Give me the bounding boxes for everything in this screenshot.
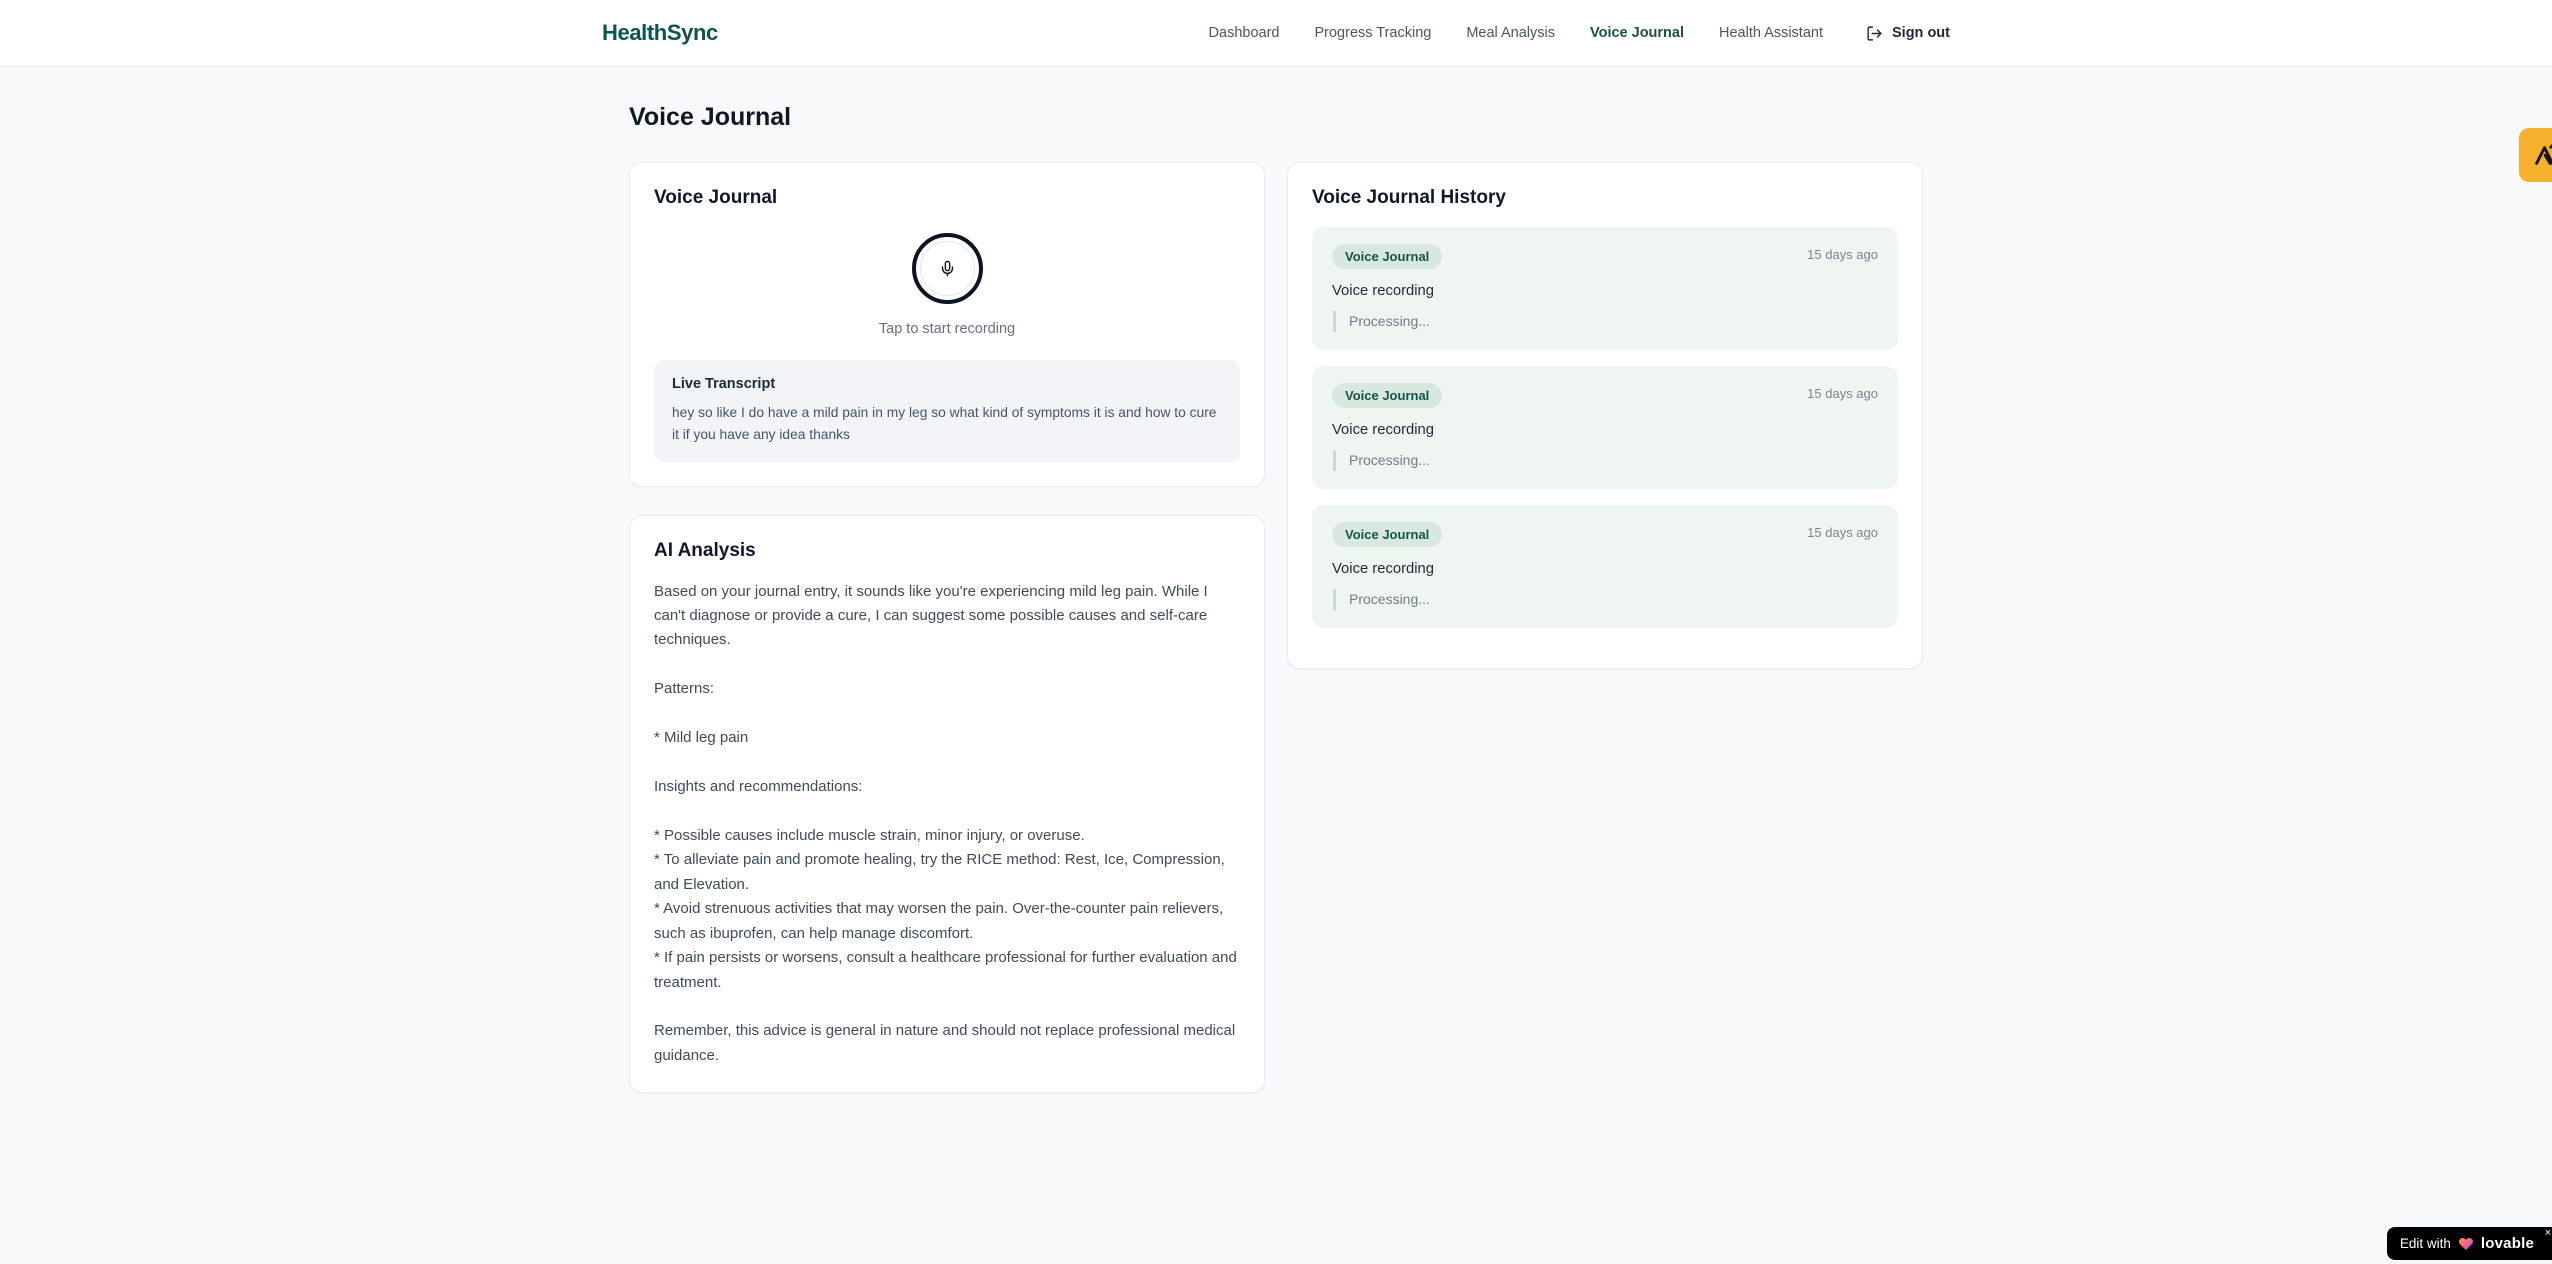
ai-analysis-body: Based on your journal entry, it sounds l…: [654, 582, 1237, 1064]
entry-header: Voice Journal 15 days ago: [1332, 383, 1878, 408]
main-content: Voice Journal Voice Journal Tap to start…: [629, 67, 1923, 1094]
ai-analysis-title: AI Analysis: [654, 539, 756, 561]
nav-item-health-assistant[interactable]: Health Assistant: [1719, 25, 1823, 41]
nav-item-progress-tracking[interactable]: Progress Tracking: [1314, 25, 1431, 41]
entry-timestamp: 15 days ago: [1807, 386, 1878, 401]
edit-with-lovable-badge[interactable]: Edit with lovable ×: [2386, 1227, 2552, 1260]
entry-title: Voice recording: [1332, 561, 1434, 577]
record-button[interactable]: [911, 233, 983, 304]
mic-area: Tap to start recording: [654, 227, 1240, 337]
record-button-inner-ring: [919, 241, 975, 296]
left-column: Voice Journal Tap to start recording Liv…: [629, 162, 1265, 1094]
history-entry[interactable]: Voice Journal 15 days ago Voice recordin…: [1312, 227, 1898, 350]
microphone-icon: [939, 260, 956, 277]
right-column: Voice Journal History Voice Journal 15 d…: [1287, 162, 1923, 669]
content-grid: Voice Journal Tap to start recording Liv…: [629, 162, 1923, 1094]
live-transcript-title: Live Transcript: [672, 376, 776, 392]
entry-timestamp: 15 days ago: [1807, 247, 1878, 262]
entry-processing-status: Processing...: [1333, 589, 1878, 610]
recorder-card-title: Voice Journal: [654, 187, 778, 208]
entry-header: Voice Journal 15 days ago: [1332, 522, 1878, 547]
app-logo[interactable]: HealthSync: [602, 20, 718, 46]
sign-out-button[interactable]: Sign out: [1866, 25, 1950, 42]
history-entry[interactable]: Voice Journal 15 days ago Voice recordin…: [1312, 366, 1898, 489]
heart-icon: [2458, 1236, 2474, 1252]
top-navbar: HealthSync Dashboard Progress Tracking M…: [0, 0, 2552, 67]
log-out-icon: [1866, 25, 1883, 42]
live-transcript-box: Live Transcript hey so like I do have a …: [654, 360, 1240, 462]
page-title: Voice Journal: [629, 103, 792, 131]
nav-item-meal-analysis[interactable]: Meal Analysis: [1466, 25, 1555, 41]
history-entry-list: Voice Journal 15 days ago Voice recordin…: [1312, 227, 1898, 628]
tap-to-record-hint: Tap to start recording: [878, 321, 1016, 337]
sign-out-label: Sign out: [1892, 25, 1950, 41]
voice-journal-history-card: Voice Journal History Voice Journal 15 d…: [1287, 162, 1923, 669]
main-nav: Dashboard Progress Tracking Meal Analysi…: [1209, 25, 1950, 42]
entry-type-badge: Voice Journal: [1332, 522, 1443, 547]
entry-processing-status: Processing...: [1333, 311, 1878, 332]
entry-processing-status: Processing...: [1333, 450, 1878, 471]
lovable-prefix-label: Edit with: [2399, 1236, 2451, 1251]
entry-header: Voice Journal 15 days ago: [1332, 244, 1878, 269]
lambda-logo-icon: [2531, 142, 2552, 169]
voice-recorder-card: Voice Journal Tap to start recording Liv…: [629, 162, 1265, 487]
close-icon[interactable]: ×: [2545, 1228, 2551, 1239]
entry-title: Voice recording: [1332, 283, 1434, 299]
entry-type-badge: Voice Journal: [1332, 244, 1443, 269]
ai-analysis-card: AI Analysis Based on your journal entry,…: [629, 514, 1265, 1094]
history-card-title: Voice Journal History: [1312, 187, 1506, 208]
nav-item-voice-journal[interactable]: Voice Journal: [1590, 25, 1684, 41]
entry-title: Voice recording: [1332, 422, 1434, 438]
browser-extension-button[interactable]: [2519, 128, 2552, 182]
nav-item-dashboard[interactable]: Dashboard: [1209, 25, 1280, 41]
entry-timestamp: 15 days ago: [1807, 525, 1878, 540]
live-transcript-text: hey so like I do have a mild pain in my …: [672, 405, 1217, 442]
history-entry[interactable]: Voice Journal 15 days ago Voice recordin…: [1312, 505, 1898, 628]
entry-type-badge: Voice Journal: [1332, 383, 1443, 408]
navbar-inner: HealthSync Dashboard Progress Tracking M…: [602, 20, 1950, 46]
lovable-brand-label: lovable: [2480, 1235, 2534, 1252]
